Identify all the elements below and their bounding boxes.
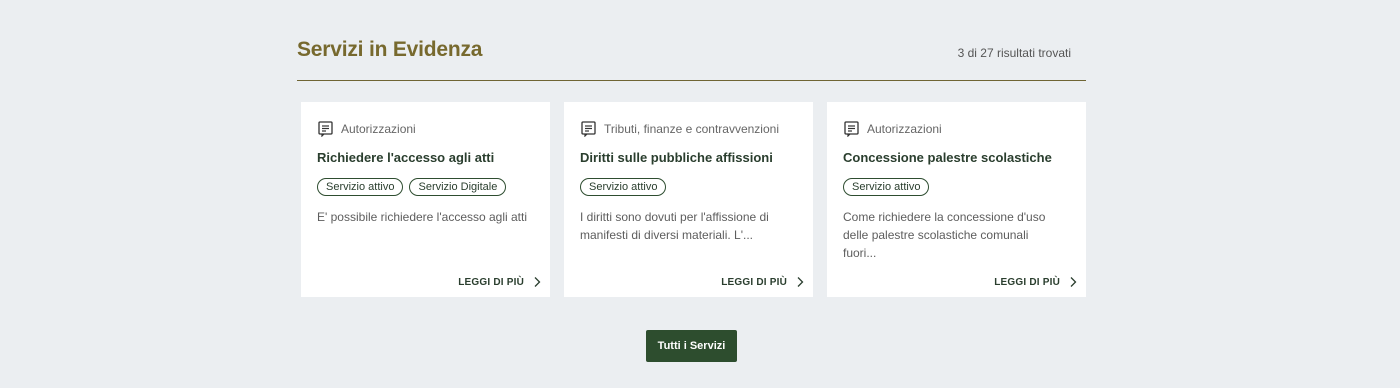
chevron-right-icon xyxy=(797,277,804,287)
category-label: Autorizzazioni xyxy=(341,121,416,136)
chevron-right-icon xyxy=(1070,277,1077,287)
document-icon xyxy=(844,121,859,137)
status-chip[interactable]: Servizio attivo xyxy=(843,178,930,196)
read-more-link[interactable]: LEGGI DI PIÙ xyxy=(994,276,1078,288)
all-services-button[interactable]: Tutti i Servizi xyxy=(646,330,737,362)
read-more-link[interactable]: LEGGI DI PIÙ xyxy=(721,276,805,288)
read-more-label: LEGGI DI PIÙ xyxy=(458,276,524,288)
card-description: E' possibile richiedere l'accesso agli a… xyxy=(317,210,528,224)
category-label: Autorizzazioni xyxy=(867,121,942,136)
card-chips: Servizio attivo Servizio Digitale xyxy=(317,178,507,196)
card-chips: Servizio attivo xyxy=(580,178,667,196)
service-card: Autorizzazioni Concessione palestre scol… xyxy=(827,102,1086,297)
card-chips: Servizio attivo xyxy=(843,178,930,196)
card-description: I diritti sono dovuti per l'affissione d… xyxy=(580,210,769,242)
card-category[interactable]: Autorizzazioni xyxy=(317,120,416,137)
section-title: Servizi in Evidenza xyxy=(297,38,483,61)
document-icon xyxy=(581,121,596,137)
section-header: Servizi in Evidenza 3 di 27 risultati tr… xyxy=(297,38,1086,81)
digital-chip[interactable]: Servizio Digitale xyxy=(409,178,507,196)
card-title[interactable]: Diritti sulle pubbliche affissioni xyxy=(580,150,773,165)
chevron-right-icon xyxy=(534,277,541,287)
status-chip[interactable]: Servizio attivo xyxy=(317,178,404,196)
read-more-label: LEGGI DI PIÙ xyxy=(994,276,1060,288)
card-description: Come richiedere la concessione d'uso del… xyxy=(843,210,1046,260)
card-title[interactable]: Concessione palestre scolastiche xyxy=(843,150,1052,165)
card-category[interactable]: Autorizzazioni xyxy=(843,120,942,137)
card-title[interactable]: Richiedere l'accesso agli atti xyxy=(317,150,494,165)
service-card: Tributi, finanze e contravvenzioni Dirit… xyxy=(564,102,813,297)
results-count: 3 di 27 risultati trovati xyxy=(957,46,1071,60)
card-category[interactable]: Tributi, finanze e contravvenzioni xyxy=(580,120,779,137)
read-more-link[interactable]: LEGGI DI PIÙ xyxy=(458,276,542,288)
read-more-label: LEGGI DI PIÙ xyxy=(721,276,787,288)
service-card: Autorizzazioni Richiedere l'accesso agli… xyxy=(301,102,550,297)
document-icon xyxy=(318,121,333,137)
category-label: Tributi, finanze e contravvenzioni xyxy=(604,121,779,136)
status-chip[interactable]: Servizio attivo xyxy=(580,178,667,196)
